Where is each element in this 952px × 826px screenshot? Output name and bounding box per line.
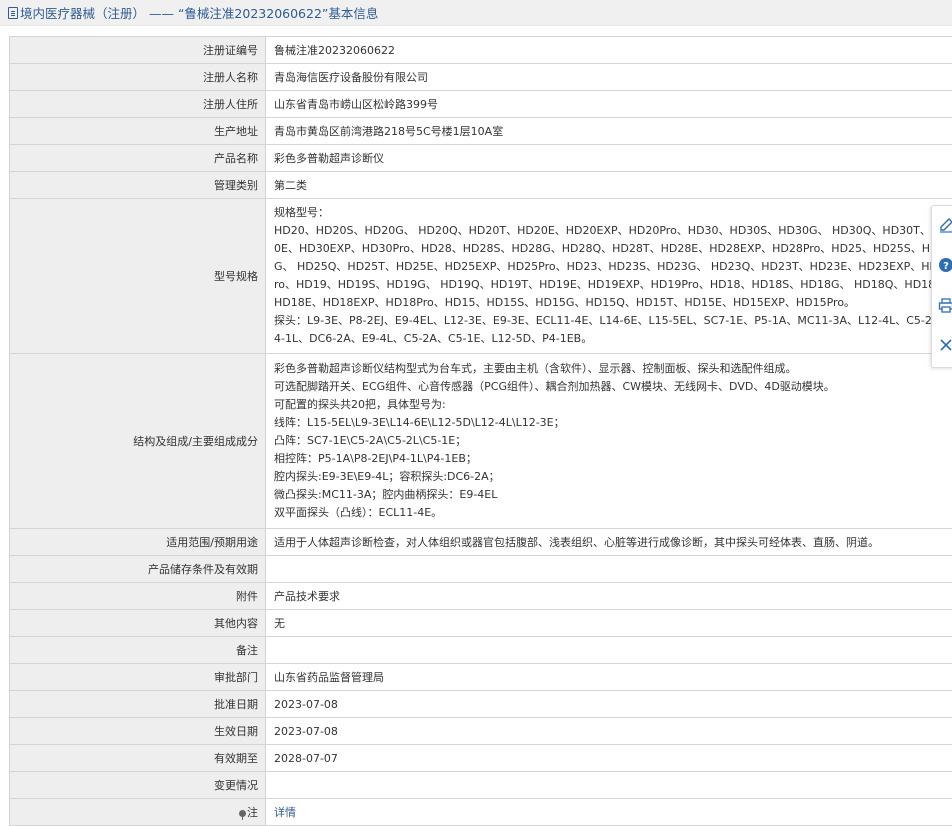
field-value-line: 腔内探头:E9-3E\E9-4L；容积探头:DC6-2A； [274,470,500,483]
info-row: 产品名称 彩色多普勒超声诊断仪 [9,144,952,172]
field-label: 其他内容 [9,609,266,637]
field-label: 注册证编号 [9,36,266,64]
field-value: 山东省青岛市崂山区松岭路399号 [265,90,952,118]
field-label: 审批部门 [9,663,266,691]
info-row: 生效日期 2023-07-08 [9,717,952,745]
field-value-line: 可配置的探头共20把，具体型号为: [274,398,446,411]
field-value-line: 规格型号： [274,206,329,219]
field-value-line: 彩色多普勒超声诊断仪结构型式为台车式，主要由主机（含软件）、显示器、控制面板、探… [274,362,797,375]
field-label: 产品储存条件及有效期 [9,555,266,583]
note-value: 详情 [265,798,952,826]
field-value: 产品技术要求 [265,582,952,610]
info-row: 生产地址 青岛市黄岛区前湾港路218号5C号楼1层10A室 [9,117,952,145]
info-row: 审批部门 山东省药品监督管理局 [9,663,952,691]
field-value-line: 第二类 [274,179,307,192]
info-row: 变更情况 [9,771,952,799]
pin-icon [239,810,246,820]
field-value [265,555,952,583]
field-label: 适用范围/预期用途 [9,528,266,556]
field-label: 生效日期 [9,717,266,745]
field-label: 产品名称 [9,144,266,172]
details-link[interactable]: 详情 [274,806,296,819]
info-row: 有效期至 2028-07-07 [9,744,952,772]
field-value-line: 双平面探头（凸线）：ECL11-4E。 [274,506,443,519]
field-value-line: 鲁械注准20232060622 [274,44,395,57]
field-value-line: 线阵：L15-5EL\L9-3E\L14-6E\L12-5D\L12-4L\L1… [274,416,565,429]
info-row: 型号规格 规格型号： HD20、HD20S、HD20G、 HD20Q、HD20T、H… [9,198,952,354]
registration-info-table: 注册证编号 鲁械注准20232060622 注册人名称 青岛海信医疗设备股份有限公司注… [9,36,952,826]
field-value: 彩色多普勒超声诊断仪结构型式为台车式，主要由主机（含软件）、显示器、控制面板、探… [265,353,952,529]
page-title-bar: 境内医疗器械（注册） —— “鲁械注准20232060622”基本信息 [0,0,952,26]
field-value: 彩色多普勒超声诊断仪 [265,144,952,172]
info-row: 产品储存条件及有效期 [9,555,952,583]
info-row: 附件 产品技术要求 [9,582,952,610]
help-icon[interactable]: ? [938,257,952,273]
field-value: 无 [265,609,952,637]
info-row: 结构及组成/主要组成成分 彩色多普勒超声诊断仪结构型式为台车式，主要由主机（含软件… [9,353,952,529]
info-row: 管理类别 第二类 [9,171,952,199]
side-toolbar: ? [931,205,952,368]
page-title: 境内医疗器械（注册） —— “鲁械注准20232060622”基本信息 [20,6,379,21]
field-value-line: 山东省药品监督管理局 [274,671,384,684]
info-row: 批准日期 2023-07-08 [9,690,952,718]
field-label: 变更情况 [9,771,266,799]
close-icon[interactable] [938,337,952,353]
field-value-line: 产品技术要求 [274,590,340,603]
note-label-cell: 注 [9,798,266,826]
field-label: 备注 [9,636,266,664]
field-label: 注册人名称 [9,63,266,91]
field-value-line: 2028-07-07 [274,751,338,765]
document-icon [8,6,18,19]
field-label: 生产地址 [9,117,266,145]
field-value-line: 探头：L9-3E、P8-2EJ、E9-4EL、L12-3E、E9-3E、ECL1… [274,314,952,345]
field-value: 适用于人体超声诊断检查，对人体组织或器官包括腹部、浅表组织、心脏等进行成像诊断，… [265,528,952,556]
note-row: 注 详情 [9,798,952,826]
field-value-line: 2023-07-08 [274,724,338,738]
field-value: 青岛市黄岛区前湾港路218号5C号楼1层10A室 [265,117,952,145]
edit-icon[interactable] [938,217,952,233]
field-label: 批准日期 [9,690,266,718]
print-icon[interactable] [938,297,952,313]
field-label: 有效期至 [9,744,266,772]
field-value-line: HD20、HD20S、HD20G、 HD20Q、HD20T、HD20E、HD20… [274,224,952,309]
info-row: 适用范围/预期用途 适用于人体超声诊断检查，对人体组织或器官包括腹部、浅表组织、心… [9,528,952,556]
info-row: 注册人名称 青岛海信医疗设备股份有限公司 [9,63,952,91]
info-row: 注册证编号 鲁械注准20232060622 [9,36,952,64]
field-value: 2023-07-08 [265,690,952,718]
field-label: 附件 [9,582,266,610]
field-value: 规格型号： HD20、HD20S、HD20G、 HD20Q、HD20T、HD20E… [265,198,952,354]
field-value-line: 彩色多普勒超声诊断仪 [274,152,384,165]
info-row: 备注 [9,636,952,664]
field-value-line: 微凸探头:MC11-3A；腔内曲柄探头：E9-4EL [274,488,498,501]
field-value-line: 青岛市黄岛区前湾港路218号5C号楼1层10A室 [274,125,504,138]
field-value [265,771,952,799]
field-label: 型号规格 [9,198,266,354]
field-value-line: 无 [274,617,285,630]
field-value-line: 适用于人体超声诊断检查，对人体组织或器官包括腹部、浅表组织、心脏等进行成像诊断，… [274,536,879,549]
field-value: 鲁械注准20232060622 [265,36,952,64]
field-label: 管理类别 [9,171,266,199]
field-value-line: 可选配脚踏开关、ECG组件、心音传感器（PCG组件）、耦合剂加热器、CW模块、无… [274,380,835,393]
field-value: 青岛海信医疗设备股份有限公司 [265,63,952,91]
field-value-line: 青岛海信医疗设备股份有限公司 [274,71,428,84]
note-label: 注 [247,806,258,819]
info-row: 注册人住所 山东省青岛市崂山区松岭路399号 [9,90,952,118]
field-value: 2028-07-07 [265,744,952,772]
field-value: 山东省药品监督管理局 [265,663,952,691]
field-label: 结构及组成/主要组成成分 [9,353,266,529]
field-value-line: 相控阵：P5-1A\P8-2EJ\P4-1L\P4-1EB； [274,452,477,465]
field-value-line: 山东省青岛市崂山区松岭路399号 [274,98,438,111]
svg-text:?: ? [943,261,949,272]
field-value-line: 凸阵：SC7-1E\C5-2A\C5-2L\C5-1E； [274,434,467,447]
field-label: 注册人住所 [9,90,266,118]
field-value-line: 2023-07-08 [274,697,338,711]
field-value: 2023-07-08 [265,717,952,745]
field-value [265,636,952,664]
field-value: 第二类 [265,171,952,199]
info-row: 其他内容无 [9,609,952,637]
